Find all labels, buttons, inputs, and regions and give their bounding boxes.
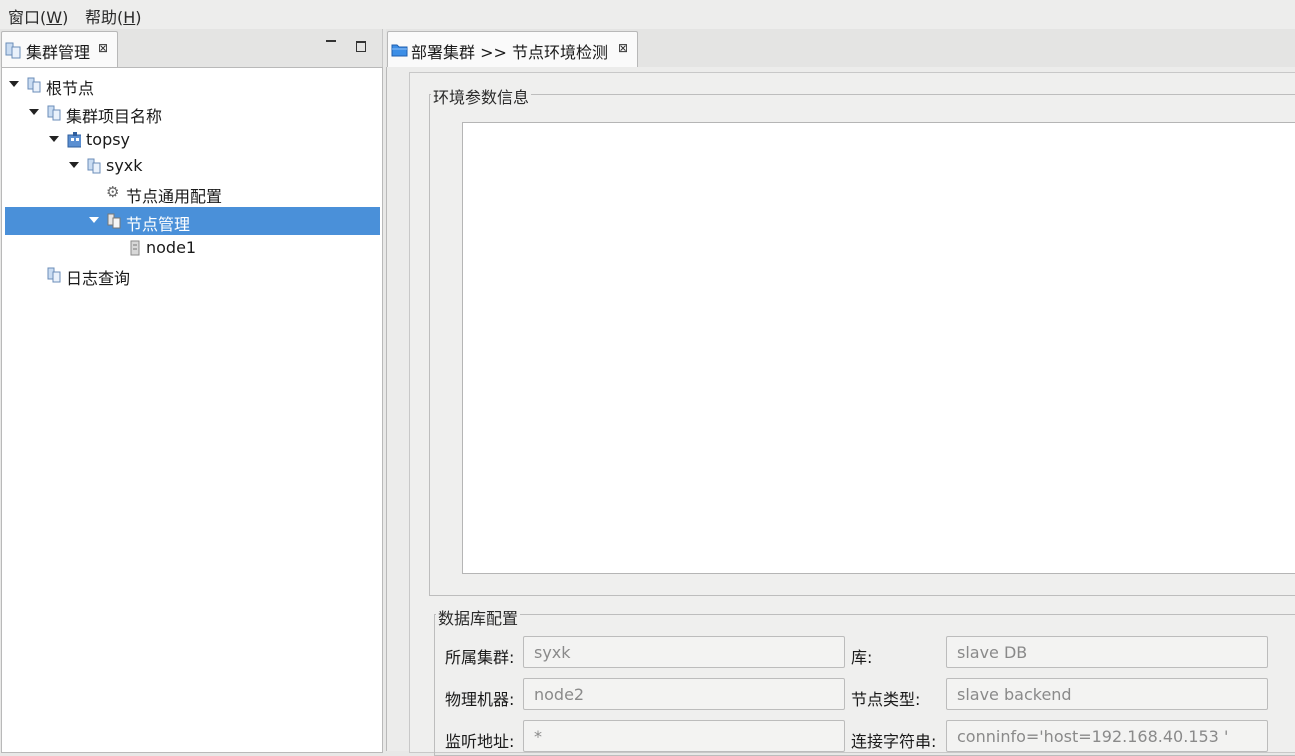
cluster-icon bbox=[5, 42, 21, 59]
tree-item-root[interactable]: 根节点 bbox=[5, 72, 380, 98]
menu-window[interactable]: 窗口(W) bbox=[8, 4, 68, 28]
listen-label: 监听地址: bbox=[445, 732, 515, 751]
tree-item-log-query[interactable]: 日志查询 bbox=[5, 262, 380, 288]
conninfo-field[interactable]: conninfo='host=192.168.40.153 ' bbox=[946, 720, 1268, 752]
minimize-icon[interactable] bbox=[326, 40, 336, 42]
tree-label: 根节点 bbox=[46, 79, 95, 98]
db-group-title: 数据库配置 bbox=[436, 605, 521, 629]
tree-item-node-config[interactable]: ⚙ 节点通用配置 bbox=[5, 180, 380, 206]
expand-arrow-icon[interactable] bbox=[9, 81, 19, 87]
menu-help[interactable]: 帮助(H) bbox=[85, 4, 142, 28]
machine-label: 物理机器: bbox=[445, 690, 515, 709]
cluster-tree-panel: 根节点 集群项目名称 topsy syxk ⚙ 节点通用配置 节点管理 node… bbox=[1, 67, 383, 753]
cluster-field[interactable]: syxk bbox=[523, 636, 845, 668]
listen-field[interactable]: * bbox=[523, 720, 845, 752]
tree-item-topsy[interactable]: topsy bbox=[5, 127, 380, 153]
database-label: 库: bbox=[851, 648, 873, 667]
tab-label: 集群管理 bbox=[26, 43, 91, 62]
tree-item-node1[interactable]: node1 bbox=[5, 235, 380, 261]
tree-item-node-management[interactable]: 节点管理 bbox=[5, 207, 380, 235]
menu-bar: 窗口(W) 帮助(H) bbox=[0, 0, 1295, 29]
close-icon[interactable]: ⊠ bbox=[98, 41, 108, 55]
cluster-icon bbox=[47, 267, 61, 283]
building-icon bbox=[67, 132, 81, 148]
tree-label: 节点通用配置 bbox=[126, 187, 223, 206]
env-params-textarea[interactable] bbox=[462, 122, 1295, 574]
cluster-label: 所属集群: bbox=[445, 648, 515, 667]
cluster-icon bbox=[27, 77, 41, 93]
tree-item-syxk[interactable]: syxk bbox=[5, 153, 380, 179]
tree-label: topsy bbox=[86, 130, 131, 149]
close-icon[interactable]: ⊠ bbox=[618, 41, 628, 55]
expand-arrow-icon[interactable] bbox=[89, 217, 99, 223]
node-group-icon bbox=[107, 213, 121, 229]
node-type-label: 节点类型: bbox=[851, 690, 921, 709]
expand-arrow-icon[interactable] bbox=[49, 136, 59, 142]
maximize-icon[interactable] bbox=[356, 41, 366, 52]
tree-label: 节点管理 bbox=[126, 215, 191, 234]
cluster-icon bbox=[47, 105, 61, 121]
conninfo-label: 连接字符串: bbox=[851, 732, 937, 751]
env-group-title: 环境参数信息 bbox=[431, 84, 532, 108]
tree-label: syxk bbox=[106, 156, 143, 175]
tab-label: 部署集群 >> 节点环境检测 bbox=[411, 43, 608, 62]
tab-cluster-management[interactable]: 集群管理 ⊠ bbox=[1, 31, 118, 68]
tree-label: 日志查询 bbox=[66, 269, 131, 288]
server-icon bbox=[130, 240, 140, 256]
node-type-field[interactable]: slave backend bbox=[946, 678, 1268, 710]
gear-icon: ⚙ bbox=[106, 183, 120, 201]
tree-label: 集群项目名称 bbox=[66, 107, 163, 126]
tab-node-env-check[interactable]: 部署集群 >> 节点环境检测 ⊠ bbox=[387, 31, 638, 68]
expand-arrow-icon[interactable] bbox=[69, 162, 79, 168]
tree-label: node1 bbox=[146, 238, 197, 257]
cluster-icon bbox=[87, 158, 101, 174]
machine-field[interactable]: node2 bbox=[523, 678, 845, 710]
folder-icon bbox=[391, 44, 408, 57]
tree-item-project[interactable]: 集群项目名称 bbox=[5, 100, 380, 126]
expand-arrow-icon[interactable] bbox=[29, 109, 39, 115]
database-field[interactable]: slave DB bbox=[946, 636, 1268, 668]
